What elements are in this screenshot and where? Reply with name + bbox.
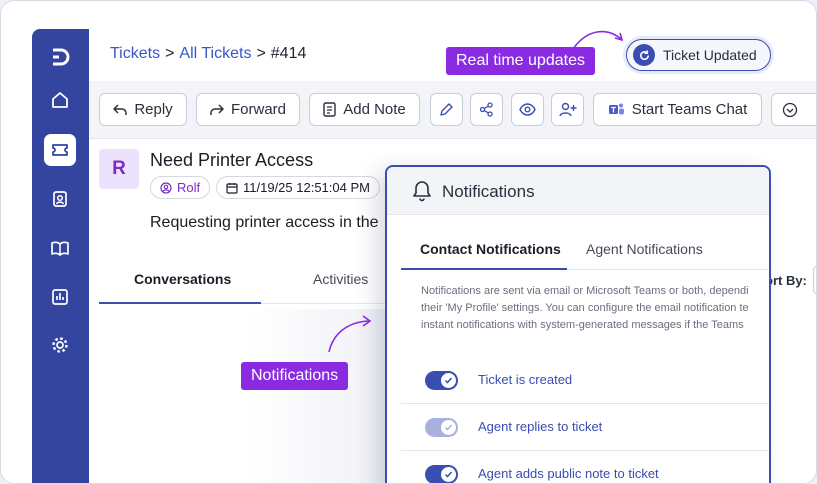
breadcrumb-ticket-number: #414 <box>270 45 307 62</box>
sort-select[interactable] <box>813 266 816 294</box>
add-note-button[interactable]: Add Note <box>309 93 420 126</box>
knowledge-base-icon[interactable] <box>44 232 76 264</box>
check-icon <box>441 467 456 482</box>
public-note-toggle[interactable] <box>425 465 458 483</box>
settings-icon[interactable] <box>44 329 76 361</box>
reports-icon[interactable] <box>44 281 76 313</box>
chevron-down-icon <box>782 102 798 117</box>
requester-name: Rolf <box>177 180 201 195</box>
share-icon <box>479 102 493 117</box>
notification-row: Ticket is created <box>401 357 769 404</box>
reply-button[interactable]: Reply <box>99 93 187 126</box>
home-icon[interactable] <box>44 84 76 116</box>
reply-icon <box>113 103 128 115</box>
start-teams-chat-button[interactable]: Start Teams Chat <box>593 93 762 126</box>
add-note-label: Add Note <box>343 101 406 118</box>
eye-icon <box>519 103 536 116</box>
agent-replies-toggle[interactable] <box>425 418 458 437</box>
notifications-title: Notifications <box>442 182 535 201</box>
created-date-chip: 11/19/25 12:51:04 PM <box>216 176 380 199</box>
calendar-icon <box>226 182 238 194</box>
breadcrumb-all-tickets[interactable]: All Tickets <box>179 45 251 62</box>
notification-label: Ticket is created <box>478 372 573 387</box>
teams-chat-label: Start Teams Chat <box>631 101 748 118</box>
active-tab-indicator <box>99 302 261 304</box>
sidebar <box>32 29 89 483</box>
reply-label: Reply <box>134 101 173 118</box>
active-tab-indicator <box>401 268 567 270</box>
add-user-button[interactable] <box>551 93 584 126</box>
notifications-description: Notifications are sent via email or Micr… <box>421 283 769 334</box>
bell-icon <box>413 181 431 202</box>
callout-arrow-icon <box>328 315 372 353</box>
ticket-created-toggle[interactable] <box>425 371 458 390</box>
sort-by-label: ort By: <box>765 273 807 288</box>
notifications-panel: Notifications Contact Notifications Agen… <box>385 165 771 483</box>
ticket-updated-status[interactable]: Ticket Updated <box>626 39 771 71</box>
note-icon <box>323 102 336 117</box>
tab-contact-notifications[interactable]: Contact Notifications <box>420 241 561 257</box>
pencil-icon <box>440 103 453 116</box>
logo-icon[interactable] <box>44 41 76 73</box>
check-icon <box>441 420 456 435</box>
forward-icon <box>210 103 224 115</box>
tab-activities[interactable]: Activities <box>313 271 368 287</box>
forward-label: Forward <box>230 101 286 118</box>
tab-agent-notifications[interactable]: Agent Notifications <box>586 241 703 257</box>
forward-button[interactable]: Forward <box>196 93 300 126</box>
edit-button[interactable] <box>430 93 463 126</box>
user-icon <box>160 181 172 194</box>
realtime-updates-callout: Real time updates <box>446 47 595 75</box>
watch-button[interactable] <box>511 93 544 126</box>
add-user-icon <box>558 102 576 117</box>
check-icon <box>441 373 456 388</box>
notification-row: Agent replies to ticket <box>401 404 769 451</box>
notification-label: Agent replies to ticket <box>478 419 603 434</box>
description-line: Notifications are sent via email or Micr… <box>421 285 749 297</box>
requester-avatar: R <box>99 149 139 189</box>
tab-conversations[interactable]: Conversations <box>134 271 231 287</box>
toolbar: Reply Forward Add Note Start Teams Chat <box>89 81 816 139</box>
notifications-header: Notifications <box>387 167 769 215</box>
notification-row: Agent adds public note to ticket <box>401 451 769 483</box>
description-line: instant notifications with system-genera… <box>421 319 744 331</box>
app-frame: Tickets > All Tickets > #414 Real time updat… <box>0 0 817 484</box>
description-line: their 'My Profile' settings. You can con… <box>421 302 749 314</box>
breadcrumb-tickets[interactable]: Tickets <box>110 45 160 62</box>
breadcrumb-separator: > <box>165 45 175 62</box>
ticket-subject: Need Printer Access <box>150 150 314 170</box>
created-datetime: 11/19/25 12:51:04 PM <box>243 180 370 195</box>
share-button[interactable] <box>470 93 503 126</box>
breadcrumb: Tickets > All Tickets > #414 <box>110 45 306 63</box>
tickets-icon[interactable] <box>44 134 76 166</box>
contacts-icon[interactable] <box>44 183 76 215</box>
ticket-tabs: Conversations Activities <box>99 256 409 304</box>
notification-label: Agent adds public note to ticket <box>478 466 659 481</box>
notifications-callout: Notifications <box>241 362 349 390</box>
refresh-icon <box>633 44 655 66</box>
ticket-description: Requesting printer access in the <box>150 214 379 231</box>
ticket-updated-label: Ticket Updated <box>663 47 757 63</box>
breadcrumb-separator: > <box>256 45 266 62</box>
requester-chip[interactable]: Rolf <box>150 176 211 199</box>
more-actions-button[interactable] <box>771 93 816 126</box>
teams-icon <box>608 103 624 115</box>
